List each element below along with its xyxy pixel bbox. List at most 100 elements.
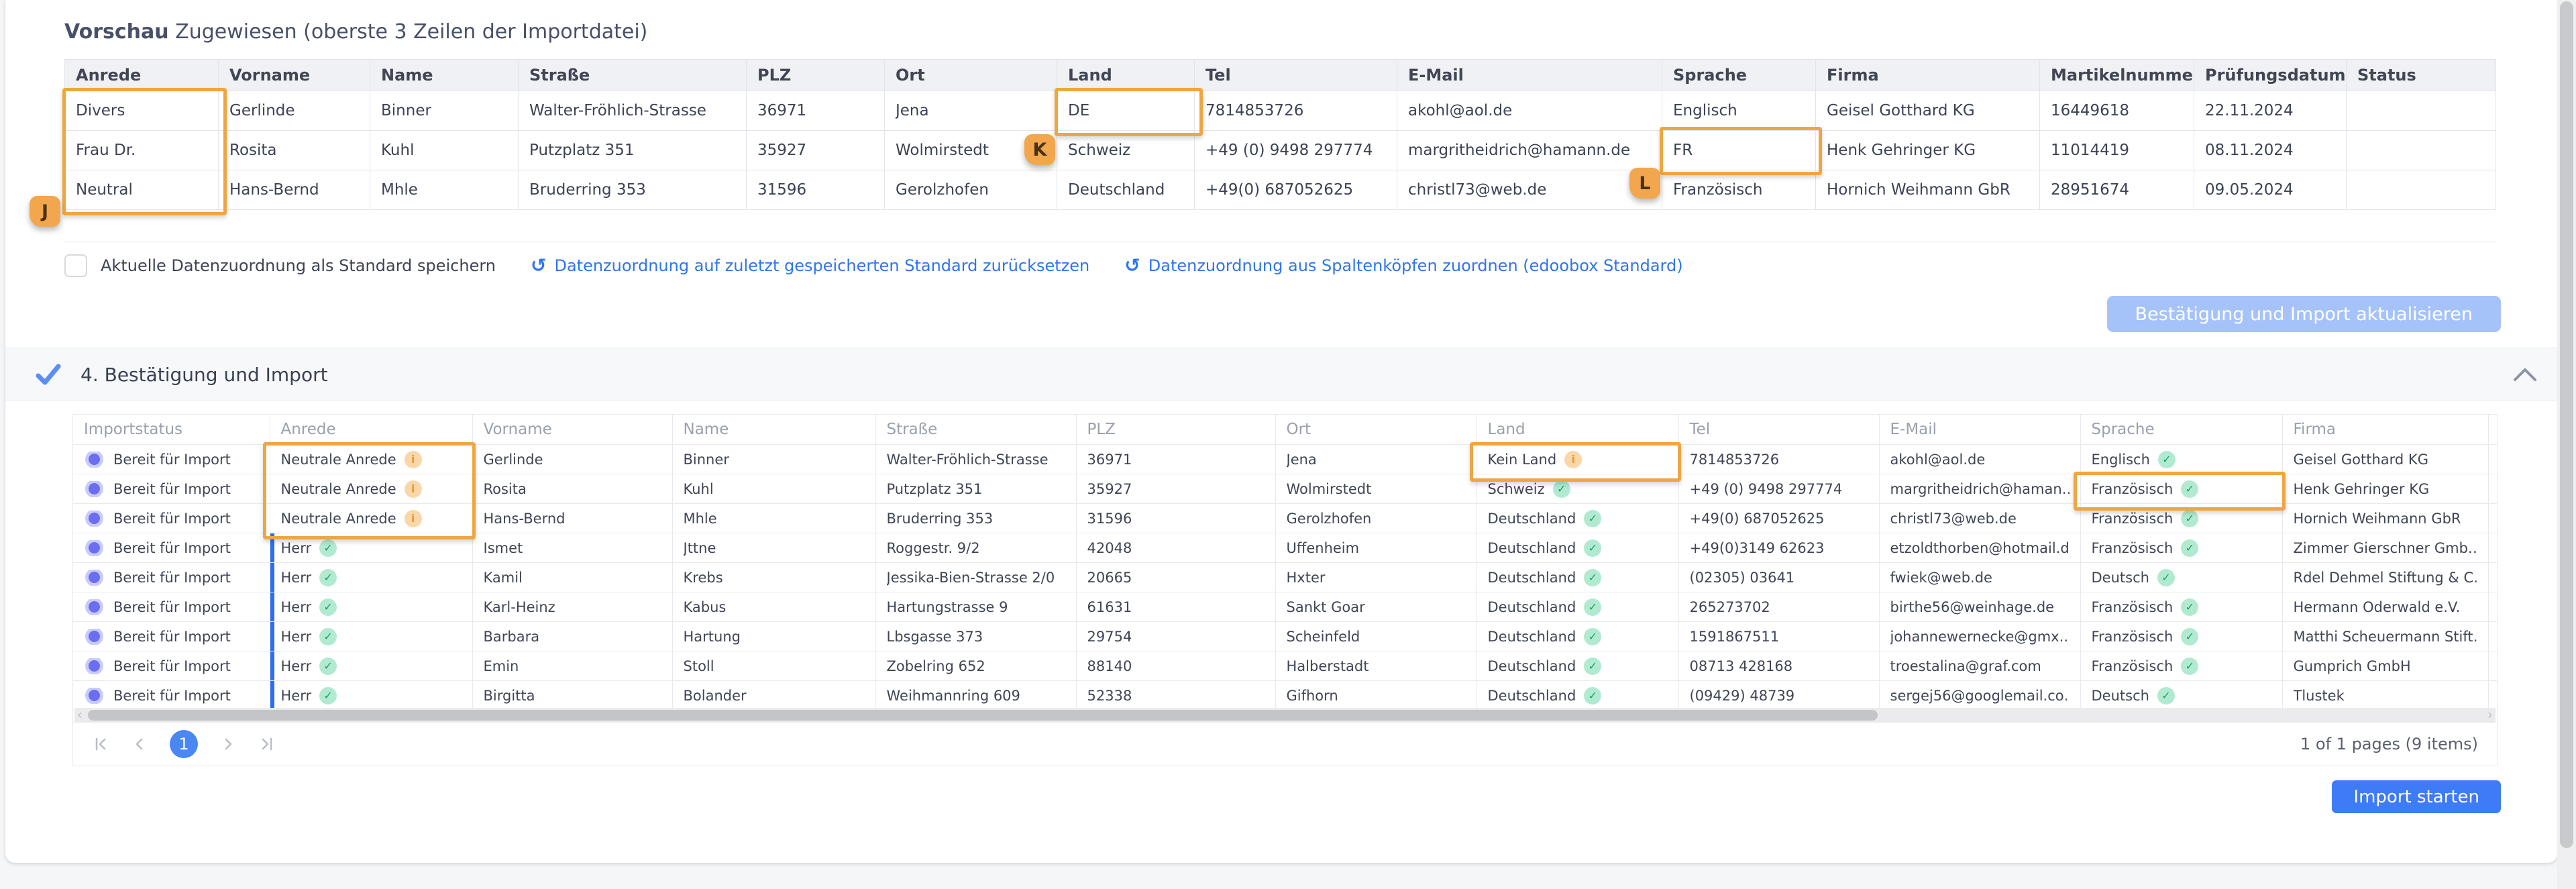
confirm-cell-anrede[interactable]: Neutrale Anredei <box>270 474 472 504</box>
confirm-cell-name[interactable]: Hartung <box>672 622 875 651</box>
confirm-cell-ort[interactable]: Scheinfeld <box>1275 622 1477 651</box>
confirm-cell-firma[interactable]: Henk Gehringer KG <box>2282 474 2488 504</box>
confirm-cell-plz[interactable]: 42048 <box>1076 533 1275 563</box>
confirm-cell-email[interactable]: akohl@aol.de <box>1879 445 2080 474</box>
confirm-cell-tel[interactable]: 1591867511 <box>1678 622 1879 651</box>
confirm-cell-name[interactable]: Binner <box>672 445 875 474</box>
confirm-cell-email[interactable]: johannewernecke@gmx.… <box>1879 622 2080 651</box>
confirm-cell-plz[interactable]: 61631 <box>1076 592 1275 622</box>
confirm-cell-email[interactable]: christl73@web.de <box>1879 504 2080 533</box>
confirm-cell-importstatus[interactable]: Bereit für Import <box>73 592 270 622</box>
confirm-cell-email[interactable]: birthe56@weinhage.de <box>1879 592 2080 622</box>
confirm-cell-firma[interactable]: Geisel Gotthard KG <box>2282 445 2488 474</box>
confirm-cell-land[interactable]: Deutschland✓ <box>1477 622 1678 651</box>
confirm-cell-name[interactable]: Mhle <box>672 504 875 533</box>
vertical-scrollbar[interactable] <box>2557 0 2576 889</box>
confirm-cell-ort[interactable]: Gifhorn <box>1275 681 1477 711</box>
confirm-cell-vorname[interactable]: Rosita <box>472 474 672 504</box>
confirm-col-header-strasse[interactable]: Straße <box>875 415 1076 445</box>
confirm-cell-name[interactable]: Jttne <box>672 533 875 563</box>
confirm-cell-anrede[interactable]: Herr✓ <box>270 563 472 592</box>
confirm-cell-tel[interactable]: (09429) 48739 <box>1678 681 1879 711</box>
confirm-cell-name[interactable]: Kuhl <box>672 474 875 504</box>
confirm-cell-land[interactable]: Deutschland✓ <box>1477 533 1678 563</box>
section-header[interactable]: 4. Bestätigung und Import <box>5 348 2557 401</box>
confirm-cell-anrede[interactable]: Herr✓ <box>270 651 472 681</box>
confirm-cell-name[interactable]: Bolander <box>672 681 875 711</box>
confirm-cell-ort[interactable]: Halberstadt <box>1275 651 1477 681</box>
confirm-cell-land[interactable]: Deutschland✓ <box>1477 651 1678 681</box>
confirm-cell-importstatus[interactable]: Bereit für Import <box>73 563 270 592</box>
confirm-cell-ort[interactable]: Uffenheim <box>1275 533 1477 563</box>
confirm-cell-firma[interactable]: Matthi Scheuermann Stift… <box>2282 622 2488 651</box>
scroll-left-arrow-icon[interactable]: ‹ <box>77 707 83 722</box>
confirm-cell-vorname[interactable]: Emin <box>472 651 672 681</box>
confirm-cell-sprache[interactable]: Französisch✓ <box>2080 592 2282 622</box>
confirm-cell-importstatus[interactable]: Bereit für Import <box>73 445 270 474</box>
next-page-button[interactable] <box>219 735 237 753</box>
confirm-cell-plz[interactable]: 20665 <box>1076 563 1275 592</box>
confirm-cell-strasse[interactable]: Weihmannring 609 <box>875 681 1076 711</box>
confirm-col-header-sprache[interactable]: Sprache <box>2080 415 2282 445</box>
first-page-button[interactable] <box>92 735 109 753</box>
confirm-cell-firma[interactable]: Rdel Dehmel Stiftung & C… <box>2282 563 2488 592</box>
confirm-cell-ort[interactable]: Jena <box>1275 445 1477 474</box>
confirm-cell-tel[interactable]: +49 (0) 9498 297774 <box>1678 474 1879 504</box>
vertical-scrollbar-thumb[interactable] <box>2560 1 2573 848</box>
confirm-cell-anrede[interactable]: Herr✓ <box>270 622 472 651</box>
reset-mapping-link[interactable]: ↺ Datenzuordnung auf zuletzt gespeichert… <box>531 256 1089 275</box>
confirm-cell-plz[interactable]: 29754 <box>1076 622 1275 651</box>
confirm-cell-importstatus[interactable]: Bereit für Import <box>73 504 270 533</box>
confirm-cell-ort[interactable]: Wolmirstedt <box>1275 474 1477 504</box>
confirm-col-header-land[interactable]: Land <box>1477 415 1678 445</box>
confirm-cell-firma[interactable]: Hornich Weihmann GbR <box>2282 504 2488 533</box>
confirm-cell-vorname[interactable]: Karl-Heinz <box>472 592 672 622</box>
confirm-cell-tel[interactable]: 265273702 <box>1678 592 1879 622</box>
confirm-col-header-tel[interactable]: Tel <box>1678 415 1879 445</box>
last-page-button[interactable] <box>258 735 276 753</box>
confirm-cell-sprache[interactable]: Französisch✓ <box>2080 533 2282 563</box>
confirm-cell-ort[interactable]: Gerolzhofen <box>1275 504 1477 533</box>
confirm-cell-anrede[interactable]: Neutrale Anredei <box>270 504 472 533</box>
confirm-cell-sprache[interactable]: Englisch✓ <box>2080 445 2282 474</box>
confirm-cell-sprache[interactable]: Französisch✓ <box>2080 622 2282 651</box>
confirm-cell-vorname[interactable]: Hans-Bernd <box>472 504 672 533</box>
confirm-cell-plz[interactable]: 52338 <box>1076 681 1275 711</box>
confirm-cell-importstatus[interactable]: Bereit für Import <box>73 533 270 563</box>
confirm-cell-tel[interactable]: +49(0)3149 62623 <box>1678 533 1879 563</box>
confirm-cell-strasse[interactable]: Zobelring 652 <box>875 651 1076 681</box>
confirm-cell-sprache[interactable]: Französisch✓ <box>2080 504 2282 533</box>
confirm-cell-anrede[interactable]: Herr✓ <box>270 533 472 563</box>
confirm-col-header-vorname[interactable]: Vorname <box>472 415 672 445</box>
map-from-headers-link[interactable]: ↺ Datenzuordnung aus Spaltenköpfen zuord… <box>1124 256 1682 275</box>
confirm-cell-firma[interactable]: Gumprich GmbH <box>2282 651 2488 681</box>
confirm-cell-land[interactable]: Deutschland✓ <box>1477 681 1678 711</box>
confirm-cell-plz[interactable]: 31596 <box>1076 504 1275 533</box>
horizontal-scrollbar[interactable]: ‹ › <box>74 708 2496 723</box>
confirm-cell-strasse[interactable]: Walter-Fröhlich-Strasse <box>875 445 1076 474</box>
confirm-cell-name[interactable]: Kabus <box>672 592 875 622</box>
confirm-cell-anrede[interactable]: Herr✓ <box>270 592 472 622</box>
confirm-cell-firma[interactable]: Tlustek <box>2282 681 2488 711</box>
confirm-cell-tel[interactable]: +49(0) 687052625 <box>1678 504 1879 533</box>
page-number-button[interactable]: 1 <box>170 730 198 758</box>
confirm-cell-importstatus[interactable]: Bereit für Import <box>73 474 270 504</box>
confirm-cell-land[interactable]: Deutschland✓ <box>1477 563 1678 592</box>
confirm-cell-importstatus[interactable]: Bereit für Import <box>73 622 270 651</box>
confirm-cell-land[interactable]: Deutschland✓ <box>1477 592 1678 622</box>
collapse-chevron-icon[interactable] <box>2512 366 2538 386</box>
confirm-cell-vorname[interactable]: Gerlinde <box>472 445 672 474</box>
confirm-cell-ort[interactable]: Hxter <box>1275 563 1477 592</box>
confirm-cell-land[interactable]: Kein Landi <box>1477 445 1678 474</box>
confirm-cell-importstatus[interactable]: Bereit für Import <box>73 651 270 681</box>
confirm-col-header-firma[interactable]: Firma <box>2282 415 2488 445</box>
confirm-col-header-importstatus[interactable]: Importstatus <box>73 415 270 445</box>
confirm-cell-name[interactable]: Krebs <box>672 563 875 592</box>
confirm-col-header-name[interactable]: Name <box>672 415 875 445</box>
start-import-button[interactable]: Import starten <box>2332 780 2501 813</box>
confirm-col-header-plz[interactable]: PLZ <box>1076 415 1275 445</box>
confirm-cell-ort[interactable]: Sankt Goar <box>1275 592 1477 622</box>
update-confirmation-button[interactable]: Bestätigung und Import aktualisieren <box>2107 296 2501 332</box>
confirm-cell-email[interactable]: troestalina@graf.com <box>1879 651 2080 681</box>
confirm-cell-plz[interactable]: 88140 <box>1076 651 1275 681</box>
